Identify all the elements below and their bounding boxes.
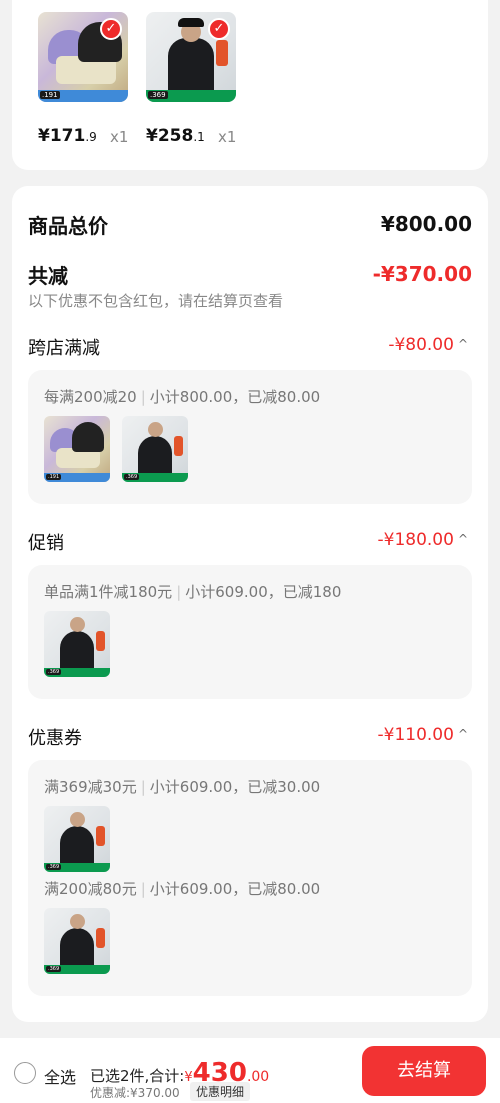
rule-line: 单品满1件减180元 | 小计609.00，已减180 [44,583,342,601]
section-value-promotion[interactable]: -¥180.00 ^ [378,530,469,550]
jacket-thumbnail[interactable]: .369 [44,908,110,974]
chevron-up-icon: ^ [457,337,468,351]
rule-line: 满200减80元 | 小计609.00，已减80.00 [44,880,321,898]
discount-note: 以下优惠不包含红包，请在结算页查看 [28,292,284,310]
check-icon[interactable]: ✓ [208,18,230,40]
section-panel-cross-store: 每满200减20 | 小计800.00，已减80.00 .191 .369 [28,370,472,504]
reduce-label: 共减 [28,264,68,288]
jacket-thumbnail[interactable]: .369 [122,416,188,482]
rule-line: 满369减30元 | 小计609.00，已减30.00 [44,778,321,796]
jacket-thumbnail[interactable]: .369 [44,611,110,677]
discount-breakdown-card: 商品总价 ¥800.00 共减 -¥370.00 以下优惠不包含红包，请在结算页… [12,186,488,1022]
section-value-cross-store[interactable]: -¥80.00 ^ [388,335,468,355]
hat-thumbnail[interactable]: .191 [44,416,110,482]
section-label-coupon: 优惠券 [28,728,82,749]
chevron-up-icon: ^ [457,727,468,741]
jacket-thumbnail: .369 ✓ [146,12,236,102]
item-price: ¥171.9 [38,126,97,146]
total-label: 商品总价 [28,214,108,238]
section-panel-coupon: 满369减30元 | 小计609.00，已减30.00 .369 满200减80元 |… [28,760,472,996]
hat-thumbnail: .191 ✓ [38,12,128,102]
reduce-value: -¥370.00 [372,262,472,286]
section-label-cross-store: 跨店满减 [28,338,100,359]
item-qty: x1 [218,128,237,146]
section-label-promotion: 促销 [28,533,64,554]
selected-items-card: .191 ✓ .369 ✓ ¥171.9 x1 ¥258.1 x1 [12,0,488,170]
discount-summary: 优惠减:¥370.00 [90,1086,180,1100]
section-panel-promotion: 单品满1件减180元 | 小计609.00，已减180 .369 [28,565,472,699]
section-value-coupon[interactable]: -¥110.00 ^ [378,725,469,745]
item-price: ¥258.1 [146,126,205,146]
jacket-thumbnail[interactable]: .369 [44,806,110,872]
select-all-radio[interactable] [14,1062,36,1084]
checkout-button[interactable]: 去结算 [362,1046,486,1096]
checkout-bar: 全选 已选2件,合计:¥430.00 优惠减:¥370.00 优惠明细 去结算 [0,1038,500,1103]
discount-detail-button[interactable]: 优惠明细 [190,1082,251,1101]
select-all-label[interactable]: 全选 [44,1064,76,1088]
total-value: ¥800.00 [380,212,472,236]
rule-line: 每满200减20 | 小计800.00，已减80.00 [44,388,321,406]
check-icon[interactable]: ✓ [100,18,122,40]
item-qty: x1 [110,128,129,146]
chevron-up-icon: ^ [457,532,468,546]
